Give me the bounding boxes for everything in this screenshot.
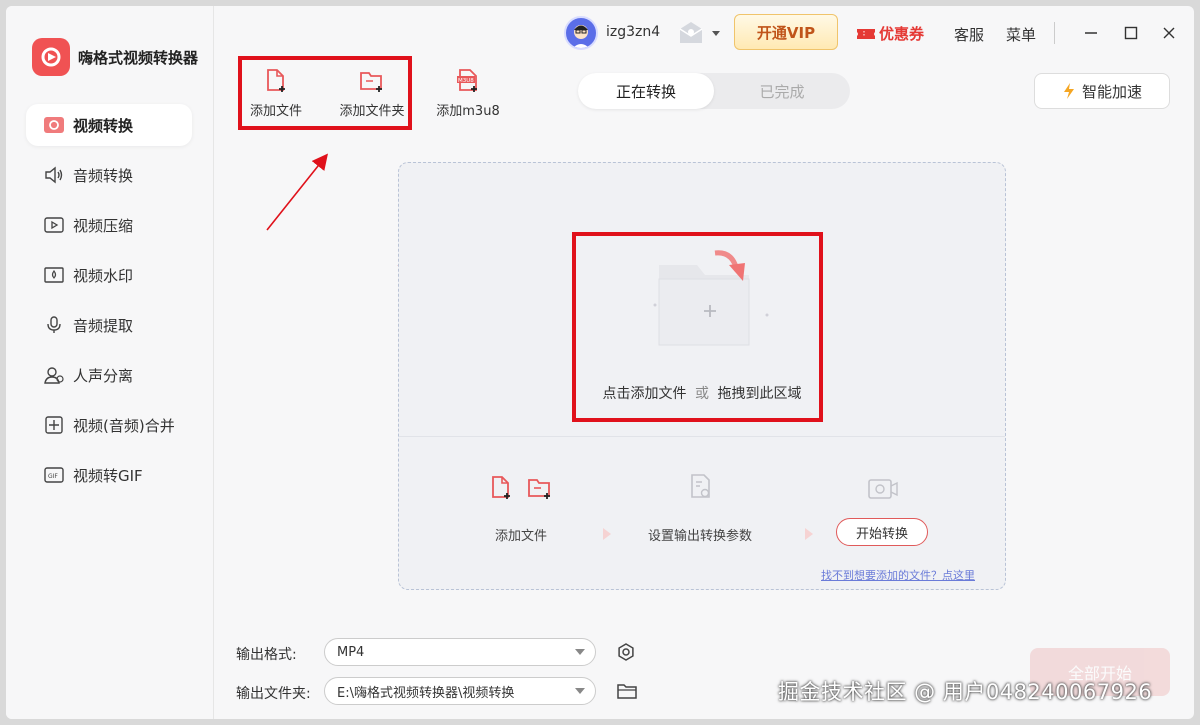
convert-camera-icon [868, 479, 898, 499]
step-settings-label: 设置输出转换参数 [648, 529, 753, 544]
step-add-file-icon [492, 476, 510, 499]
settings-file-icon [691, 474, 710, 498]
steps-panel: 添加文件 设置输出转换参数 开始转换 找不到想要添加的文件？点这里 [399, 437, 1005, 587]
output-format-value: MP4 [337, 644, 365, 660]
step-arrow-icon [603, 528, 611, 540]
app-window: 嗨格式视频转换器 视频转换 音频转换 视频压缩 视频水印 音频提取 人声分离 视… [6, 6, 1194, 719]
gear-icon [618, 643, 634, 661]
chevron-down-icon [575, 688, 585, 694]
site-watermark: 掘金技术社区 @ 用户048240067926 [778, 680, 1153, 704]
output-folder-value: E:\嗨格式视频转换器\视频转换 [337, 685, 515, 701]
annotation-box-drop [572, 232, 823, 422]
folder-icon [617, 684, 637, 699]
step-arrow-icon [805, 528, 813, 540]
output-format-label: 输出格式: [236, 647, 297, 663]
start-convert-button[interactable]: 开始转换 [836, 518, 928, 546]
chevron-down-icon [575, 649, 585, 655]
output-format-select[interactable]: MP4 [324, 638, 596, 666]
open-folder-button[interactable] [616, 681, 638, 701]
step-add-folder-icon [528, 479, 550, 499]
help-link[interactable]: 找不到想要添加的文件？点这里 [821, 567, 975, 583]
step-add-file-label: 添加文件 [495, 529, 548, 544]
output-folder-select[interactable]: E:\嗨格式视频转换器\视频转换 [324, 677, 596, 705]
output-folder-label: 输出文件夹: [236, 686, 311, 702]
format-settings-button[interactable] [616, 642, 636, 662]
